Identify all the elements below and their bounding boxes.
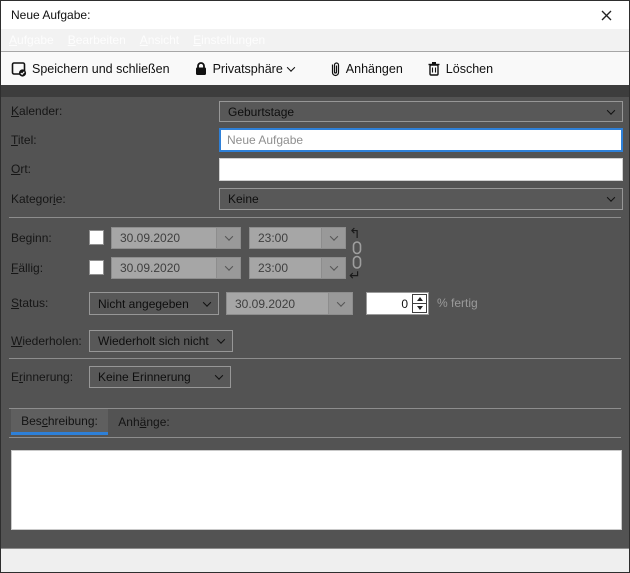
- location-label: Ort:: [11, 158, 31, 181]
- chevron-down-icon: [287, 63, 295, 71]
- chevron-down-icon: [215, 371, 223, 379]
- chevron-down-icon: [607, 193, 615, 201]
- close-icon: [601, 10, 612, 21]
- paperclip-icon: [330, 61, 341, 77]
- percent-spinner: [412, 294, 427, 313]
- status-value: Nicht angegeben: [98, 297, 189, 311]
- tab-attachments[interactable]: Anhänge:: [108, 409, 180, 435]
- title-label: Titel:: [11, 128, 37, 152]
- status-date-select[interactable]: 30.09.2020: [226, 292, 353, 315]
- chevron-down-icon: [329, 232, 337, 240]
- attach-button[interactable]: Anhängen: [328, 57, 405, 81]
- menu-bar: Aufgabe Bearbeiten Ansicht Einstellungen: [1, 29, 629, 52]
- reminder-select[interactable]: Keine Erinnerung: [89, 366, 231, 388]
- title-bar: Neue Aufgabe:: [1, 1, 629, 29]
- link-start-arrow-icon: ↰: [349, 229, 361, 239]
- chevron-down-icon: [224, 232, 232, 240]
- save-close-icon: [11, 61, 27, 77]
- start-time-value: 23:00: [250, 228, 321, 248]
- start-label: Beginn:: [11, 227, 52, 249]
- due-date-select[interactable]: 30.09.2020: [111, 257, 241, 279]
- repeat-label: Wiederholen:: [11, 330, 82, 352]
- menu-ansicht[interactable]: Ansicht: [133, 30, 186, 50]
- separator: [9, 217, 621, 218]
- category-label: Kategorie:: [11, 188, 66, 210]
- attach-label: Anhängen: [346, 62, 403, 76]
- chevron-down-icon: [607, 106, 615, 114]
- calendar-value: Geburtstage: [228, 105, 294, 119]
- start-date-select[interactable]: 30.09.2020: [111, 227, 241, 249]
- separator: [9, 358, 621, 359]
- tab-description[interactable]: Beschreibung:: [11, 409, 108, 435]
- reminder-value: Keine Erinnerung: [98, 370, 191, 384]
- repeat-select[interactable]: Wiederholt sich nicht: [89, 330, 233, 352]
- save-and-close-button[interactable]: Speichern und schließen: [9, 57, 172, 81]
- calendar-label: Kalender:: [11, 101, 62, 122]
- calendar-select[interactable]: Geburtstage: [219, 101, 623, 122]
- start-date-value: 30.09.2020: [112, 228, 216, 248]
- status-label: Status:: [11, 292, 48, 315]
- privacy-button[interactable]: Privatsphäre: [192, 57, 296, 80]
- trash-icon: [427, 61, 441, 76]
- privacy-label: Privatsphäre: [213, 62, 283, 76]
- due-time-value: 23:00: [250, 258, 321, 278]
- title-input[interactable]: [219, 128, 623, 152]
- save-and-close-label: Speichern und schließen: [32, 62, 170, 76]
- chevron-down-icon: [217, 335, 225, 343]
- new-task-dialog: Neue Aufgabe: Aufgabe Bearbeiten Ansicht…: [0, 0, 630, 573]
- due-date-value: 30.09.2020: [112, 258, 216, 278]
- toolbar-form-divider: [1, 85, 629, 97]
- status-select[interactable]: Nicht angegeben: [89, 292, 219, 315]
- delete-button[interactable]: Löschen: [425, 57, 495, 80]
- chevron-down-icon: [336, 298, 344, 306]
- toolbar: Speichern und schließen Privatsphäre Anh…: [1, 52, 629, 85]
- start-time-select[interactable]: 23:00: [249, 227, 346, 249]
- spinner-up-icon[interactable]: [413, 295, 426, 303]
- status-bar: [1, 548, 629, 572]
- lock-icon: [194, 61, 208, 76]
- link-due-arrow-icon: ↵: [349, 271, 361, 281]
- description-textarea[interactable]: [11, 450, 622, 530]
- status-date-value: 30.09.2020: [227, 293, 328, 314]
- task-form: Kalender: Geburtstage Titel: Ort: Katego…: [1, 97, 629, 548]
- tab-underline: [9, 437, 621, 438]
- category-select[interactable]: Keine: [219, 188, 623, 210]
- percent-complete-label: % fertig: [437, 292, 478, 315]
- repeat-value: Wiederholt sich nicht: [98, 334, 209, 348]
- percent-complete-field: [366, 292, 429, 315]
- menu-einstellungen[interactable]: Einstellungen: [186, 30, 272, 50]
- delete-label: Löschen: [446, 62, 493, 76]
- link-chain-icon[interactable]: [350, 241, 364, 269]
- category-value: Keine: [228, 192, 259, 206]
- due-time-select[interactable]: 23:00: [249, 257, 346, 279]
- due-checkbox[interactable]: [89, 260, 104, 275]
- chevron-down-icon: [224, 262, 232, 270]
- chevron-down-icon: [329, 262, 337, 270]
- reminder-label: Erinnerung:: [11, 366, 73, 388]
- location-input[interactable]: [219, 158, 623, 181]
- spinner-down-icon[interactable]: [413, 303, 426, 312]
- percent-complete-input[interactable]: [367, 293, 411, 314]
- menu-aufgabe[interactable]: Aufgabe: [2, 30, 61, 50]
- start-checkbox[interactable]: [89, 230, 104, 245]
- window-title: Neue Aufgabe:: [11, 8, 90, 22]
- due-label: Fällig:: [11, 257, 43, 279]
- close-button[interactable]: [593, 4, 619, 26]
- chevron-down-icon: [203, 298, 211, 306]
- menu-bearbeiten[interactable]: Bearbeiten: [61, 30, 133, 50]
